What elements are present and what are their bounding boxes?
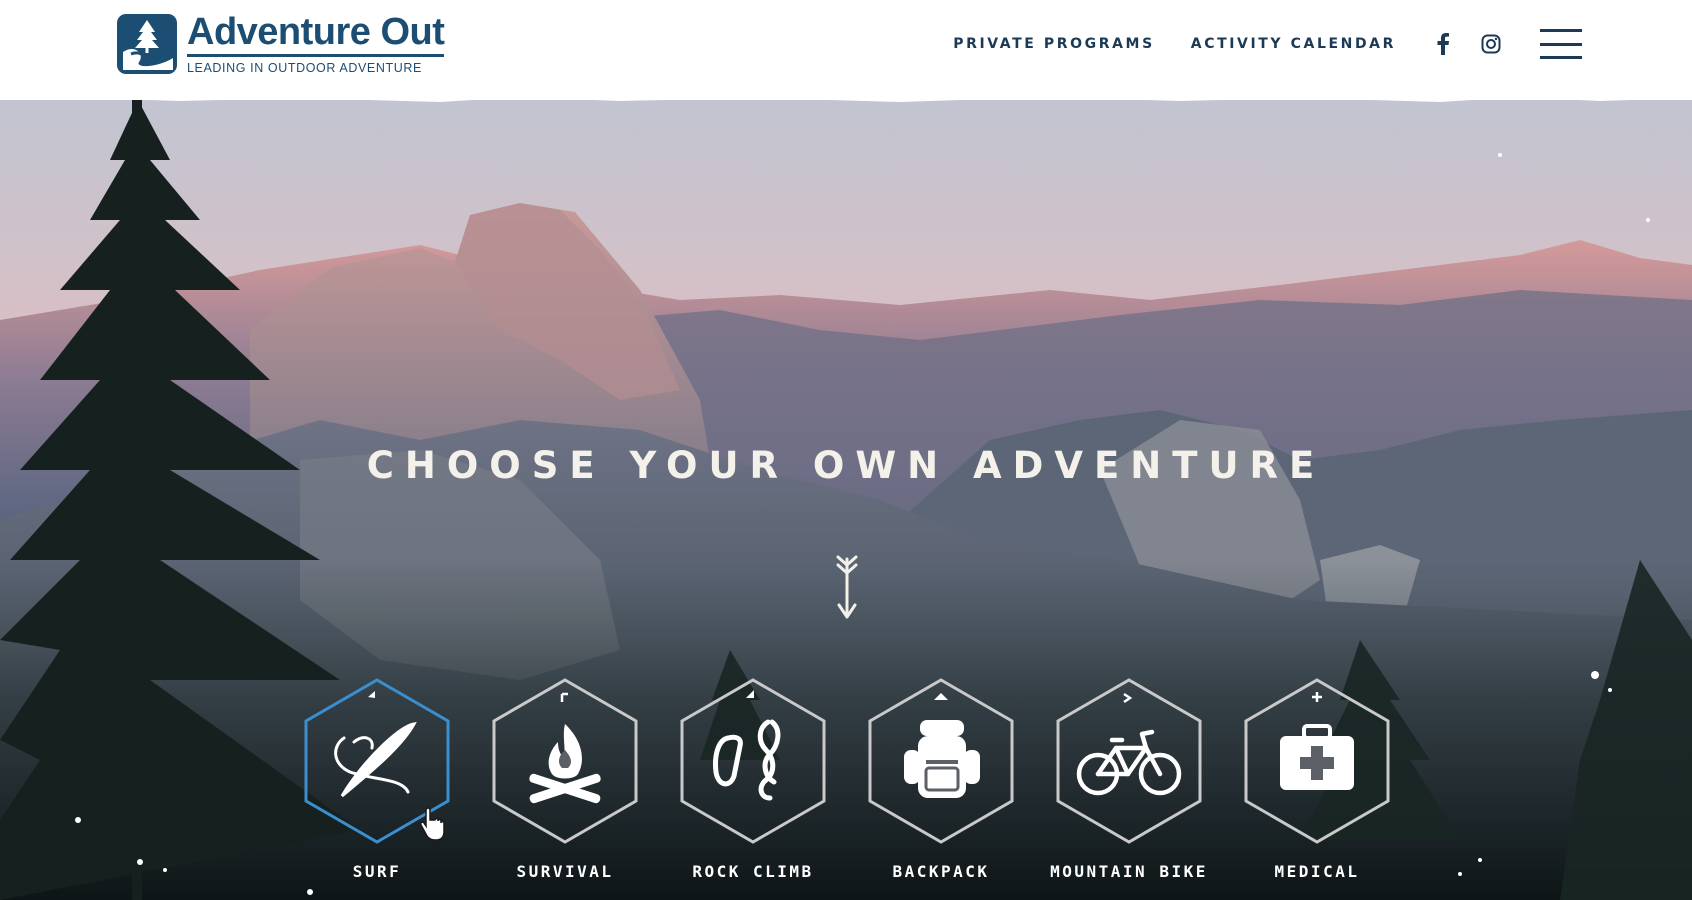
hamburger-menu-icon[interactable] [1540, 29, 1582, 59]
logo-mark-icon [117, 13, 177, 74]
brand-name: Adventure Out [187, 12, 445, 57]
carabiner-rope-icon [713, 719, 781, 801]
brand-tagline: LEADING IN OUTDOOR ADVENTURE [187, 61, 422, 75]
instagram-icon[interactable] [1480, 33, 1502, 55]
site-header: Adventure Out LEADING IN OUTDOOR ADVENTU… [0, 0, 1692, 100]
hex-frame [680, 678, 826, 844]
campfire-icon [529, 724, 601, 804]
activity-label: ROCK CLIMB [692, 862, 814, 881]
facebook-icon[interactable] [1432, 33, 1454, 55]
bicycle-icon [1076, 729, 1182, 796]
activity-rock-climb[interactable]: ROCK CLIMB [678, 676, 828, 896]
activity-label: MEDICAL [1274, 862, 1360, 881]
activity-selector: SURF SURVIVAL ROCK CLIMB BACKPACK MOUNTA… [0, 676, 1692, 900]
activity-medical[interactable]: MEDICAL [1242, 676, 1392, 896]
hex-frame [868, 678, 1014, 844]
surfboard-icon [334, 722, 417, 798]
hero-title: CHOOSE YOUR OWN ADVENTURE [366, 444, 1326, 487]
activity-survival[interactable]: SURVIVAL [490, 676, 640, 896]
activity-backpack[interactable]: BACKPACK [866, 676, 1016, 896]
arrow-down-icon[interactable] [833, 555, 861, 621]
hand-pointer-cursor-icon [420, 807, 445, 841]
nav-activity-calendar[interactable]: ACTIVITY CALENDAR [1191, 36, 1396, 52]
brand-logo[interactable]: Adventure Out LEADING IN OUTDOOR ADVENTU… [117, 12, 445, 75]
activity-label: MOUNTAIN BIKE [1050, 862, 1208, 881]
hex-frame [1056, 678, 1202, 844]
hero-section: CHOOSE YOUR OWN ADVENTURE SURF SURVIVAL … [0, 0, 1692, 900]
activity-label: SURF [352, 862, 402, 881]
activity-label: BACKPACK [892, 862, 990, 881]
hex-frame [1244, 678, 1390, 844]
activity-mountain-bike[interactable]: MOUNTAIN BIKE [1050, 676, 1205, 896]
first-aid-kit-icon [1280, 724, 1354, 790]
nav-private-programs[interactable]: PRIVATE PROGRAMS [953, 36, 1155, 52]
main-nav: PRIVATE PROGRAMS ACTIVITY CALENDAR [953, 24, 1582, 64]
hex-frame [492, 678, 638, 844]
backpack-icon [904, 720, 980, 798]
activity-surf[interactable]: SURF [302, 676, 452, 896]
activity-label: SURVIVAL [516, 862, 614, 881]
